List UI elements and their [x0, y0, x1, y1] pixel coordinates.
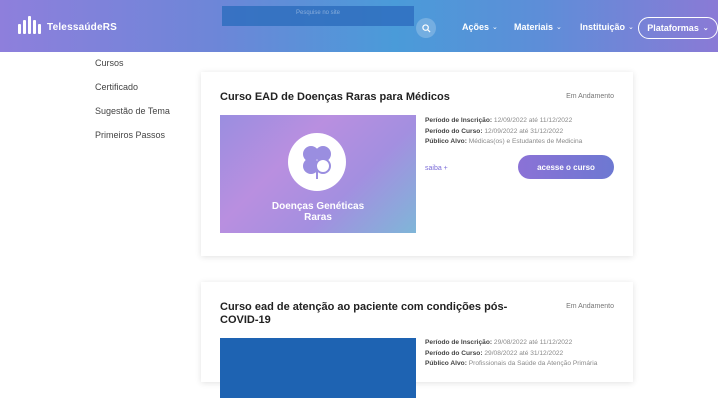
sidebar: Cursos Certificado Sugestão de Tema Prim… — [95, 56, 170, 152]
publico-row: Público Alvo: Profissionais da Saúde da … — [425, 359, 597, 370]
nav-instituicao[interactable]: Instituição ⌄ — [580, 22, 634, 32]
curso-label: Período do Curso: — [425, 349, 483, 357]
sidebar-item-cursos[interactable]: Cursos — [95, 56, 170, 80]
publico-value: Médicas(os) e Estudantes de Medicina — [468, 138, 583, 145]
sidebar-item-sugestao-de-tema[interactable]: Sugestão de Tema — [95, 104, 170, 128]
platforms-label: Plataformas — [647, 23, 699, 33]
sidebar-item-certificado[interactable]: Certificado — [95, 80, 170, 104]
course-info: Período de Inscrição: 12/09/2022 até 11/… — [425, 116, 582, 148]
course-card: Curso ead de atenção ao paciente com con… — [201, 282, 633, 398]
logo-text: TelessaúdeRS — [47, 21, 118, 33]
access-course-button[interactable]: acesse o curso — [518, 155, 614, 179]
course-image-caption: Doenças Genéticas Raras — [220, 201, 416, 223]
nav-label: Instituição — [580, 22, 626, 32]
publico-value: Profissionais da Saúde da Atenção Primár… — [468, 360, 598, 367]
sidebar-item-primeiros-passos[interactable]: Primeiros Passos — [95, 128, 170, 152]
inscricao-value: 29/08/2022 até 11/12/2022 — [493, 339, 573, 346]
course-title-line-2: COVID-19 — [220, 314, 271, 326]
inscricao-value: 12/09/2022 até 11/12/2022 — [493, 117, 573, 124]
top-navigation-bar: TelessaúdeRS Pesquise no site Ações ⌄ Ma… — [0, 0, 718, 52]
course-image[interactable]: Doenças Genéticas Raras — [220, 115, 416, 233]
platforms-button[interactable]: Plataformas ⌄ — [638, 17, 718, 39]
chevron-down-icon: ⌄ — [556, 24, 562, 31]
publico-row: Público Alvo: Médicas(os) e Estudantes d… — [425, 137, 582, 148]
course-status: Em Andamento — [566, 93, 614, 100]
search-icon — [421, 23, 431, 33]
curso-row: Período do Curso: 12/09/2022 até 31/12/2… — [425, 127, 582, 138]
nav-label: Ações — [462, 22, 490, 32]
course-title-line-1: Curso ead de atenção ao paciente com con… — [220, 301, 508, 313]
curso-value: 29/08/2022 até 31/12/2022 — [484, 349, 564, 357]
nav-label: Materiais — [514, 22, 554, 32]
inscricao-row: Período de Inscrição: 29/08/2022 até 11/… — [425, 338, 597, 349]
curso-value: 12/09/2022 até 31/12/2022 — [484, 127, 564, 135]
chevron-down-icon: ⌄ — [628, 24, 634, 31]
search-input[interactable]: Pesquise no site — [222, 6, 414, 26]
course-info: Período de Inscrição: 29/08/2022 até 11/… — [425, 338, 597, 370]
course-status: Em Andamento — [566, 303, 614, 310]
chevron-down-icon: ⌄ — [492, 24, 498, 31]
nav-materiais[interactable]: Materiais ⌄ — [514, 22, 562, 32]
inscricao-row: Período de Inscrição: 12/09/2022 até 11/… — [425, 116, 582, 127]
saiba-mais-link[interactable]: saiba + — [425, 165, 448, 172]
clover-logo-icon — [288, 133, 346, 191]
course-title[interactable]: Curso ead de atenção ao paciente com con… — [220, 301, 507, 327]
course-image[interactable] — [220, 338, 416, 398]
logo-icon — [18, 14, 41, 34]
caption-line-2: Raras — [304, 212, 332, 223]
course-title[interactable]: Curso EAD de Doenças Raras para Médicos — [220, 91, 450, 104]
publico-label: Público Alvo: — [425, 138, 467, 145]
site-logo[interactable]: TelessaúdeRS — [18, 14, 117, 34]
search-button[interactable] — [416, 18, 436, 38]
publico-label: Público Alvo: — [425, 360, 467, 367]
chevron-down-icon: ⌄ — [702, 25, 709, 32]
inscricao-label: Período de Inscrição: — [425, 117, 493, 124]
caption-line-1: Doenças Genéticas — [271, 201, 365, 212]
course-card: Curso EAD de Doenças Raras para Médicos … — [201, 72, 633, 256]
curso-row: Período do Curso: 29/08/2022 até 31/12/2… — [425, 349, 597, 360]
nav-acoes[interactable]: Ações ⌄ — [462, 22, 498, 32]
curso-label: Período do Curso: — [425, 127, 483, 135]
inscricao-label: Período de Inscrição: — [425, 339, 493, 346]
